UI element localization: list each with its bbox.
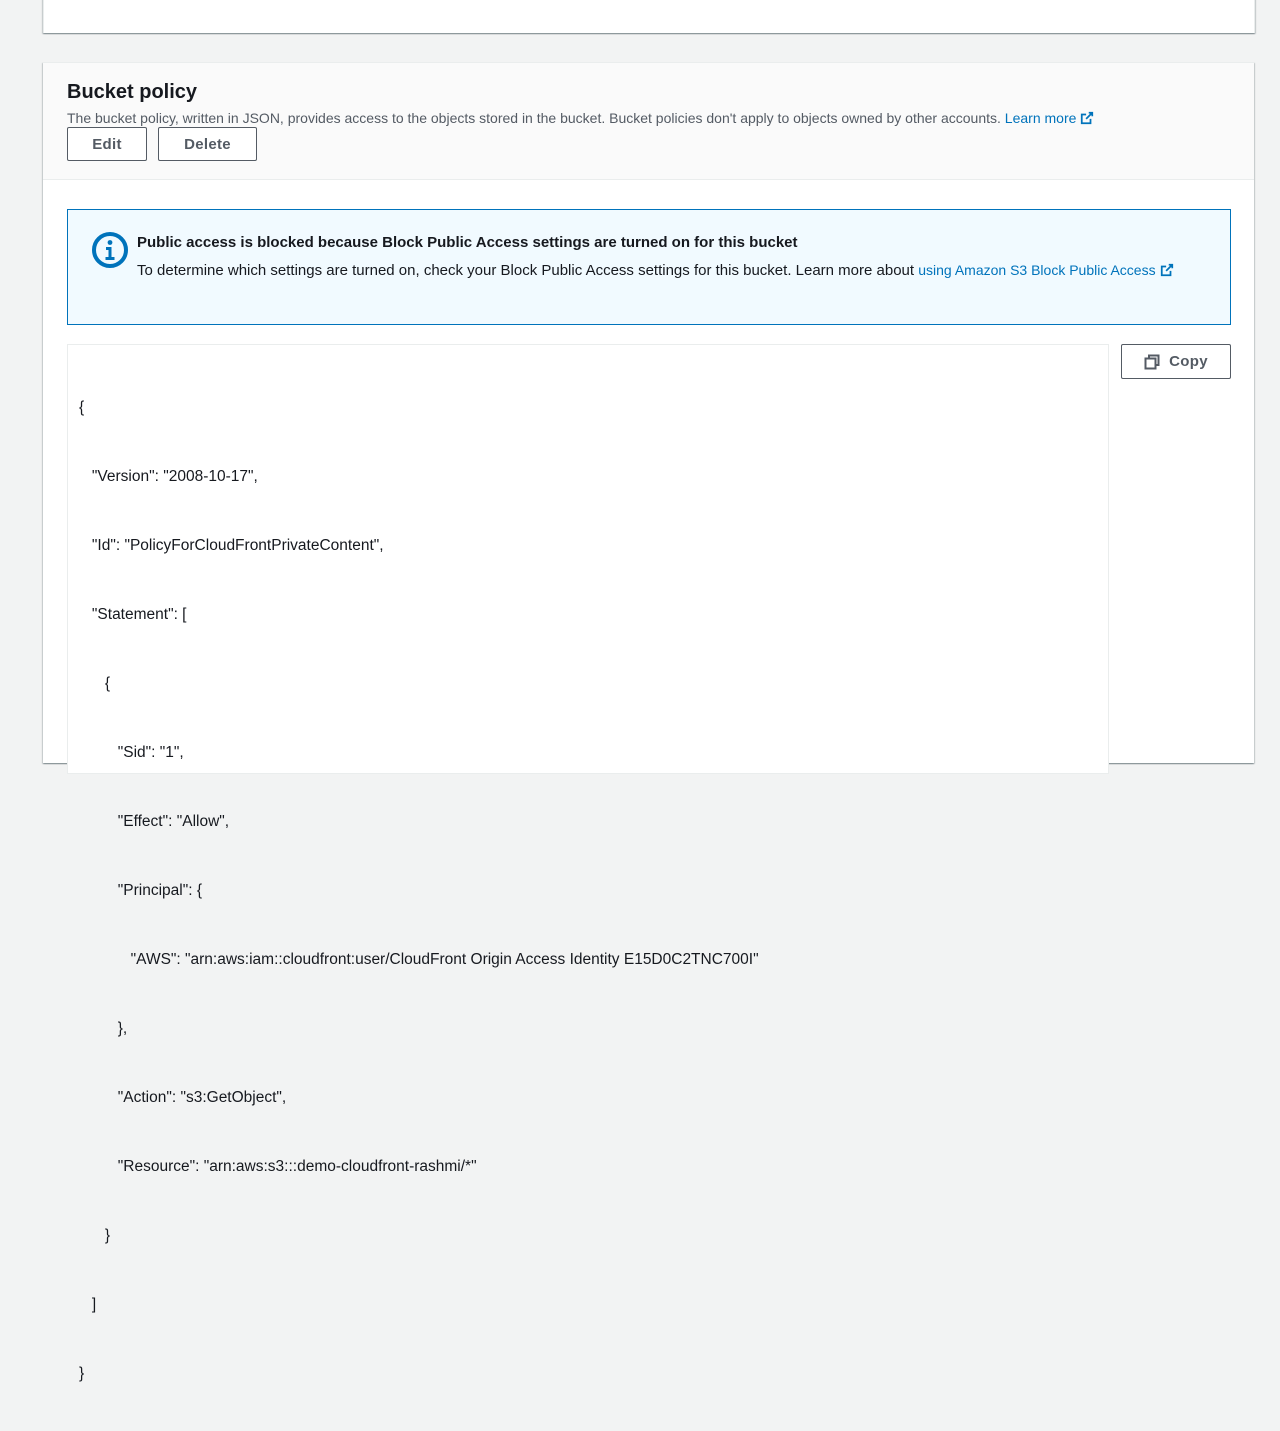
code-line: { bbox=[79, 399, 85, 416]
info-icon bbox=[92, 232, 128, 268]
code-line: "Effect": "Allow", bbox=[79, 813, 230, 830]
block-public-access-link-label: using Amazon S3 Block Public Access bbox=[918, 262, 1156, 278]
code-line: "Statement": [ bbox=[79, 606, 187, 623]
alert-body-text: To determine which settings are turned o… bbox=[137, 262, 915, 279]
copy-button[interactable]: Copy bbox=[1121, 344, 1231, 379]
code-line: "Id": "PolicyForCloudFrontPrivateContent… bbox=[79, 537, 384, 554]
external-link-icon bbox=[1081, 111, 1094, 125]
learn-more-link[interactable]: Learn more bbox=[1005, 110, 1095, 126]
learn-more-label: Learn more bbox=[1004, 110, 1077, 126]
alert-body: To determine which settings are turned o… bbox=[137, 258, 1197, 283]
copy-icon bbox=[1144, 354, 1160, 369]
edit-button[interactable]: Edit bbox=[67, 127, 147, 161]
bucket-policy-title: Bucket policy bbox=[67, 81, 198, 103]
bucket-policy-description-text: The bucket policy, written in JSON, prov… bbox=[67, 110, 1001, 126]
code-line: ] bbox=[79, 1296, 97, 1313]
bucket-policy-card: Bucket policy The bucket policy, written… bbox=[43, 62, 1254, 1382]
code-line: "Action": "s3:GetObject", bbox=[79, 1089, 287, 1106]
block-public-access-link[interactable]: using Amazon S3 Block Public Access bbox=[918, 262, 1173, 278]
code-line: "Resource": "arn:aws:s3:::demo-cloudfron… bbox=[79, 1158, 477, 1175]
block-public-access-alert: Public access is blocked because Block P… bbox=[67, 209, 1231, 325]
bucket-policy-description: The bucket policy, written in JSON, prov… bbox=[67, 109, 1094, 127]
code-line: } bbox=[79, 1227, 111, 1244]
policy-code: { "Version": "2008-10-17", "Id": "Policy… bbox=[79, 350, 759, 1431]
policy-code-viewer[interactable]: { "Version": "2008-10-17", "Id": "Policy… bbox=[67, 344, 1109, 1382]
code-line: "Version": "2008-10-17", bbox=[79, 468, 258, 485]
previous-section-card bbox=[43, 0, 1255, 33]
code-line: "AWS": "arn:aws:iam::cloudfront:user/Clo… bbox=[79, 951, 759, 968]
alert-title: Public access is blocked because Block P… bbox=[137, 234, 798, 251]
bucket-policy-header: Bucket policy The bucket policy, written… bbox=[43, 63, 1254, 180]
copy-button-label: Copy bbox=[1169, 353, 1208, 370]
code-line: "Sid": "1", bbox=[79, 744, 184, 761]
code-line: "Principal": { bbox=[79, 882, 202, 899]
code-line: { bbox=[79, 675, 111, 692]
code-line: } bbox=[79, 1365, 85, 1382]
code-line: }, bbox=[79, 1020, 128, 1037]
delete-button[interactable]: Delete bbox=[158, 127, 257, 161]
external-link-icon bbox=[1160, 263, 1173, 277]
